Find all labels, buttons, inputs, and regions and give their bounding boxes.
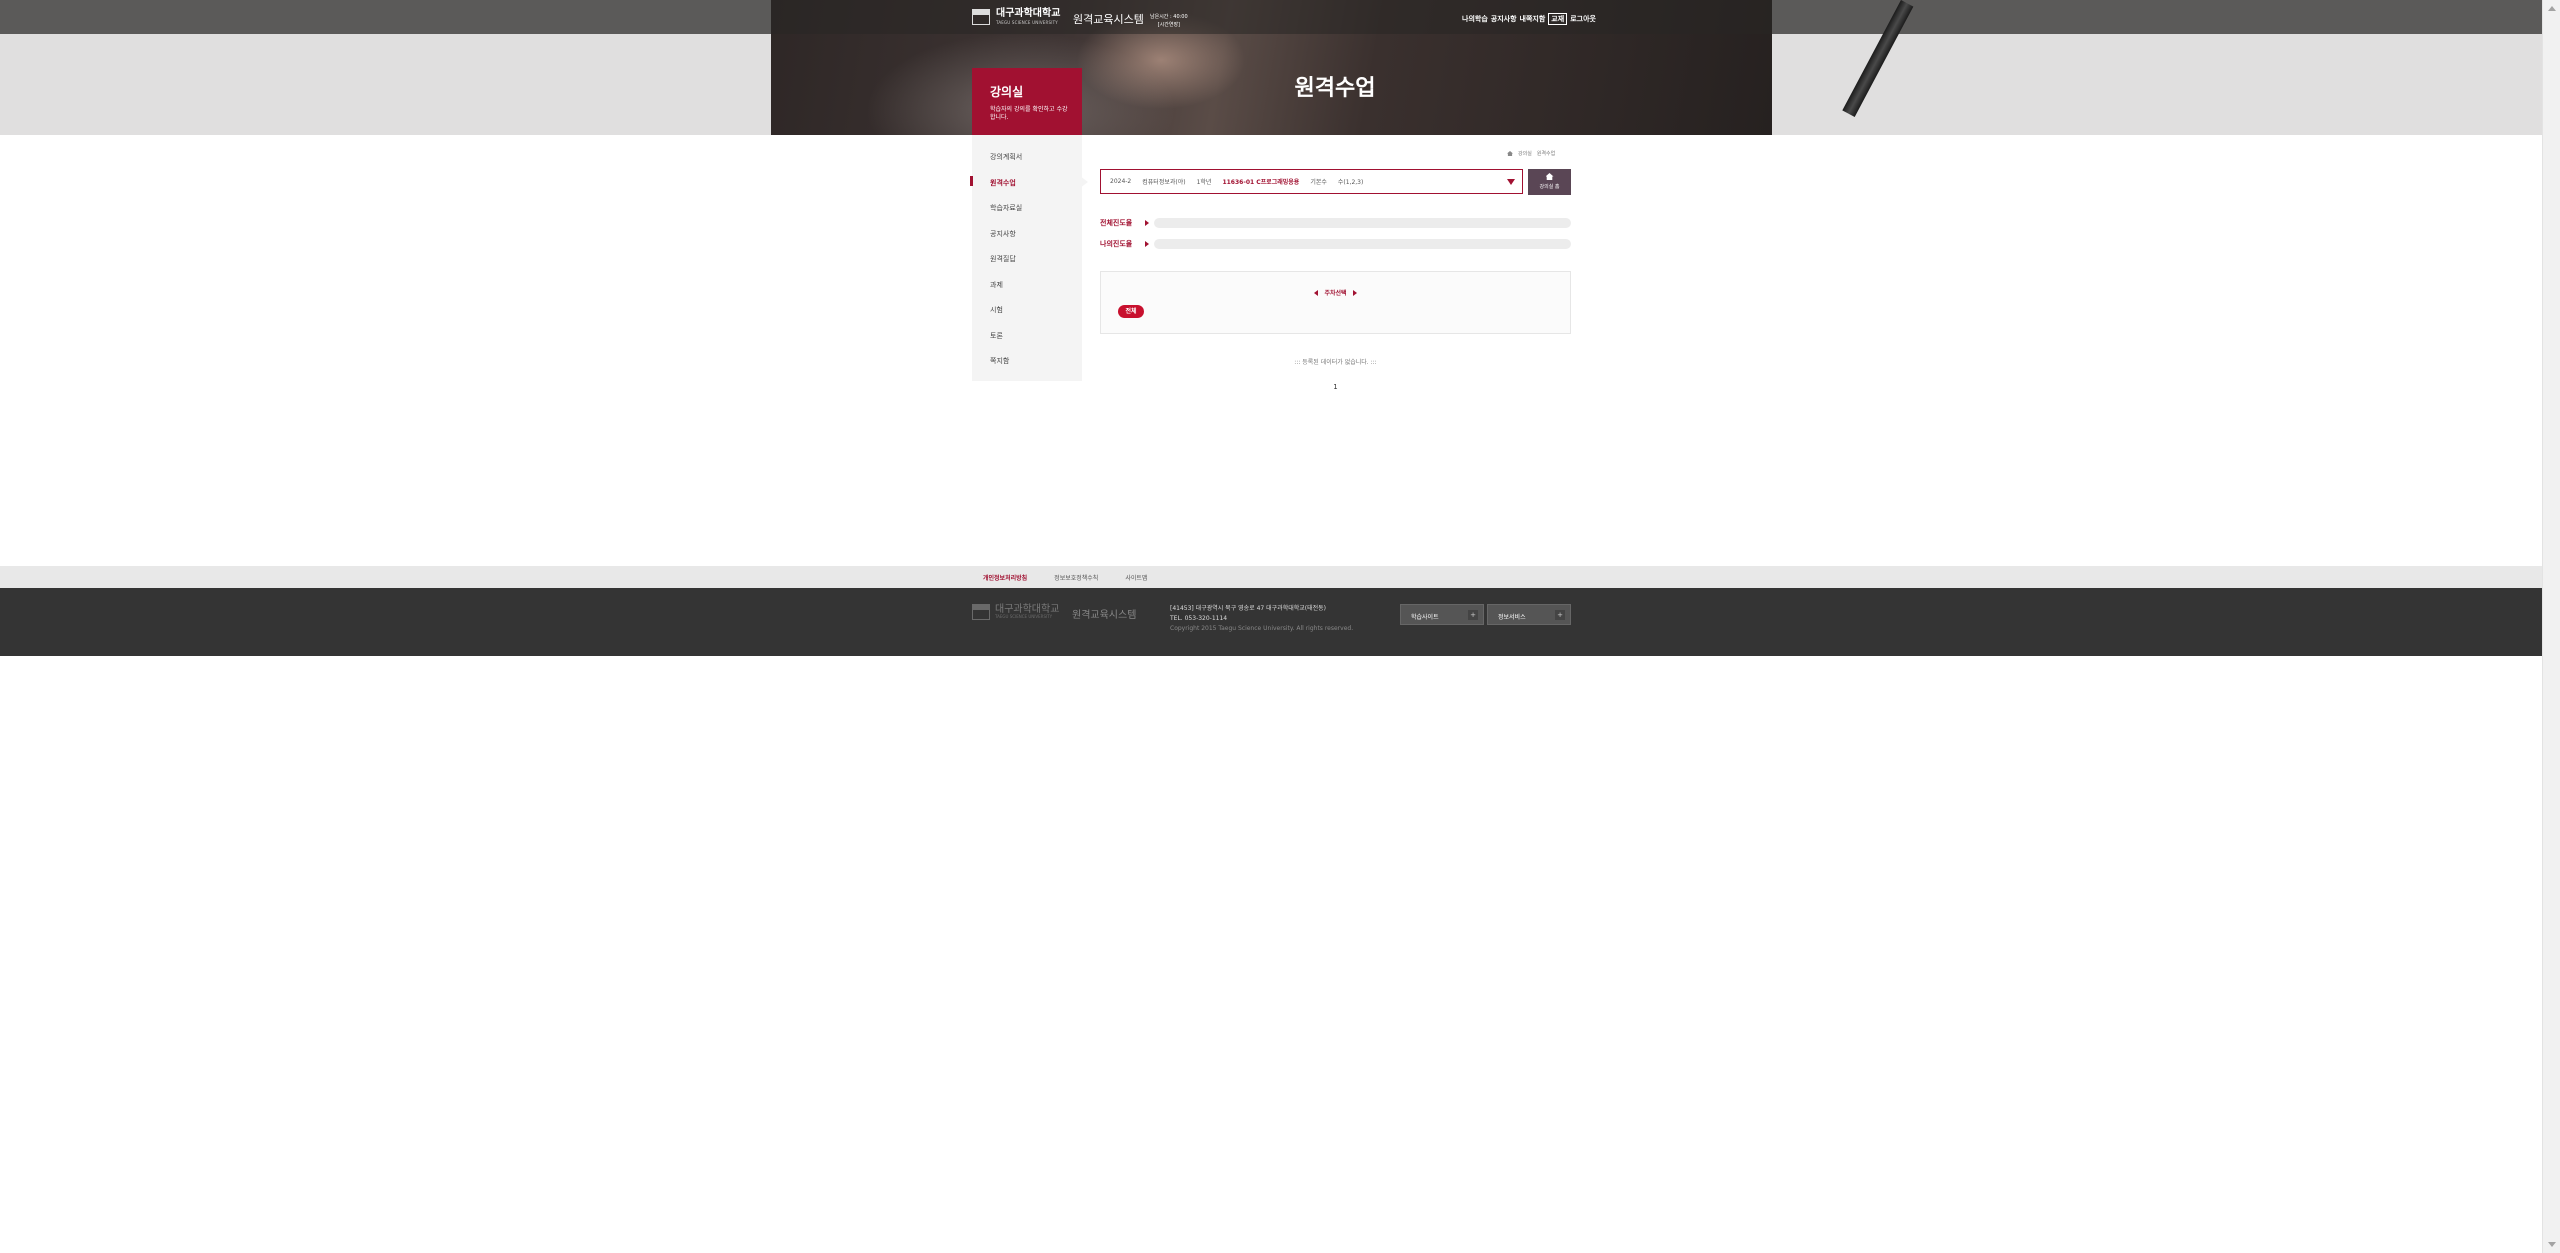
arrow-right-icon	[1145, 241, 1149, 247]
top-menu-textbook[interactable]: 교재	[1548, 13, 1568, 25]
info-service-label: 정보서비스	[1498, 614, 1526, 621]
learning-site-select[interactable]: 학습사이트 +	[1400, 604, 1484, 625]
course-semester: 2024-2	[1110, 178, 1132, 185]
my-progress-bar	[1154, 239, 1571, 249]
session-extend-button[interactable]: [시간연장]	[1150, 21, 1188, 29]
vertical-scrollbar[interactable]	[2542, 0, 2560, 1253]
prev-week-icon[interactable]	[1314, 289, 1319, 296]
system-title: 원격교육시스템	[1073, 13, 1144, 26]
footer: 대구과학대학교 TAEGU SCIENCE UNIVERSITY 원격교육시스템…	[0, 588, 2542, 656]
page: 대구과학대학교 TAEGU SCIENCE UNIVERSITY 원격교육시스템…	[0, 0, 2560, 1253]
top-menu-notice[interactable]: 공지사항	[1491, 14, 1517, 24]
sidebar-pointer	[1080, 176, 1088, 188]
scroll-up-icon[interactable]	[2548, 6, 2556, 11]
empty-message: ::: 등록된 데이터가 없습니다. :::	[1294, 359, 1377, 366]
home-icon	[1545, 173, 1554, 180]
sidebar-active-marker	[970, 176, 973, 186]
logo-english: TAEGU SCIENCE UNIVERSITY	[996, 20, 1058, 25]
total-progress-row: 전체진도율	[1100, 218, 1149, 228]
session-info: 남은시간 : 40:00 [시간연장]	[1150, 13, 1188, 29]
session-remaining: 남은시간 : 40:00	[1150, 14, 1188, 20]
university-emblem-icon	[972, 604, 990, 620]
footer-logo-english: TAEGU SCIENCE UNIVERSITY	[995, 614, 1053, 619]
top-menu-logout[interactable]: 로그아웃	[1570, 14, 1596, 24]
footer-system-title: 원격교육시스템	[1072, 610, 1137, 621]
page-title: 원격수업	[1294, 76, 1376, 101]
sidebar: 강의계획서 원격수업 학습자료실 공지사항 원격질답 과제 시험 토론 쪽지함	[970, 135, 1082, 381]
week-panel: 주차선택 전체	[1100, 271, 1571, 334]
sidebar-item-exam[interactable]: 시험	[990, 305, 1003, 315]
course-time-label: 기본수	[1310, 179, 1327, 186]
university-logo[interactable]: 대구과학대학교 TAEGU SCIENCE UNIVERSITY	[972, 9, 1060, 25]
arrow-right-icon	[1145, 220, 1149, 226]
pagination-page[interactable]: 1	[1100, 383, 1571, 391]
week-select-label: 주차선택	[1324, 290, 1347, 297]
sidebar-item-discussion[interactable]: 토론	[990, 331, 1003, 341]
university-emblem-icon	[972, 9, 990, 25]
my-progress-label: 나의진도율	[1100, 240, 1133, 248]
sidebar-item-qna[interactable]: 원격질답	[990, 254, 1016, 264]
top-menu: 나의학습 공지사항 내쪽지함 교재 로그아웃	[1462, 13, 1596, 25]
breadcrumb: 강의실 원격수업	[1507, 150, 1555, 157]
course-name: 11636-01 C프로그래밍응용	[1222, 179, 1300, 186]
logo-korean: 대구과학대학교	[996, 8, 1061, 19]
sidebar-item-remote-class[interactable]: 원격수업	[990, 178, 1016, 188]
footer-logo: 대구과학대학교 TAEGU SCIENCE UNIVERSITY	[972, 604, 1059, 620]
info-service-select[interactable]: 정보서비스 +	[1487, 604, 1571, 625]
week-selector: 주차선택	[1101, 288, 1570, 297]
course-select[interactable]: 2024-2 컴퓨터정보과(야) 1학년 11636-01 C프로그래밍응용 기…	[1100, 169, 1523, 194]
home-icon[interactable]	[1507, 151, 1513, 156]
sidebar-item-assignment[interactable]: 과제	[990, 280, 1003, 290]
sidebar-item-messages[interactable]: 쪽지함	[990, 356, 1009, 366]
footer-address-block: [41453] 대구광역시 북구 영송로 47 대구과학대학교(태전동) TEL…	[1170, 604, 1353, 634]
hero-image	[771, 0, 1914, 135]
footer-link-privacy[interactable]: 개인정보처리방침	[983, 573, 1027, 582]
top-menu-messages[interactable]: 내쪽지함	[1520, 14, 1546, 24]
lecture-home-label: 강의실 홈	[1539, 184, 1560, 190]
plus-icon: +	[1468, 610, 1478, 620]
footer-tel: TEL. 053-320-1114	[1170, 615, 1228, 622]
next-week-icon[interactable]	[1352, 289, 1357, 296]
footer-links-bar: 개인정보처리방침 정보보호정책수칙 사이트맵	[0, 566, 2542, 588]
course-time-value: 수(1,2,3)	[1337, 179, 1364, 186]
lecture-room-subtitle: 학습자의 강의를 확인하고 수강합니다.	[990, 106, 1068, 121]
my-progress-row: 나의진도율	[1100, 239, 1149, 249]
course-dept: 컴퓨터정보과(야)	[1142, 179, 1186, 186]
breadcrumb-lecture-room[interactable]: 강의실	[1518, 150, 1532, 157]
lecture-home-button[interactable]: 강의실 홈	[1528, 169, 1571, 195]
course-grade: 1학년	[1196, 179, 1212, 186]
total-progress-bar	[1154, 218, 1571, 228]
footer-link-security[interactable]: 정보보호정책수칙	[1054, 573, 1098, 582]
sidebar-item-materials[interactable]: 학습자료실	[990, 203, 1022, 213]
chevron-down-icon[interactable]	[1507, 179, 1515, 185]
learning-site-label: 학습사이트	[1411, 614, 1439, 621]
sidebar-item-syllabus[interactable]: 강의계획서	[990, 152, 1022, 162]
breadcrumb-current: 원격수업	[1536, 151, 1556, 157]
scroll-down-icon[interactable]	[2548, 1242, 2556, 1247]
all-weeks-button[interactable]: 전체	[1118, 305, 1144, 318]
sidebar-item-notice[interactable]: 공지사항	[990, 229, 1016, 239]
total-progress-label: 전체진도율	[1100, 219, 1133, 227]
footer-copyright: Copyright 2015 Taegu Science University.…	[1170, 625, 1354, 632]
plus-icon: +	[1555, 610, 1565, 620]
footer-link-sitemap[interactable]: 사이트맵	[1125, 573, 1147, 582]
footer-address: [41453] 대구광역시 북구 영송로 47 대구과학대학교(태전동)	[1170, 605, 1327, 612]
top-menu-my-study[interactable]: 나의학습	[1462, 14, 1488, 24]
